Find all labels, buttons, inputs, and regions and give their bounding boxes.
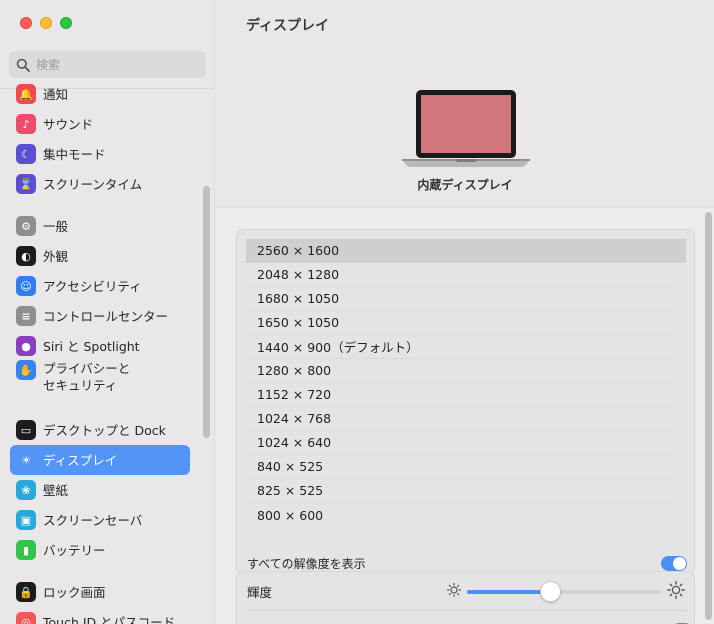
speaker-icon: ♪ <box>16 114 36 134</box>
sidebar-item-label: アクセシビリティ <box>43 278 142 294</box>
resolution-option[interactable]: 825 × 525 <box>246 479 676 503</box>
moon-icon: ☾ <box>16 144 36 164</box>
brightness-label: 輝度 <box>247 585 273 600</box>
sidebar-item-label: デスクトップと Dock <box>43 422 166 438</box>
flower-icon: ❀ <box>16 480 36 500</box>
close-button[interactable] <box>20 17 32 29</box>
sidebar-item-label: スクリーンタイム <box>43 176 143 192</box>
display-content: 2560 × 1600 2048 × 1280 1680 × 1050 1650 × … <box>216 209 714 624</box>
display-header: ディスプレイ 内蔵ディスプレイ <box>216 0 714 208</box>
sidebar-item[interactable]: ⚙ 一般 <box>10 211 190 241</box>
sidebar-item-label: プライバシーと セキュリティ <box>43 361 131 393</box>
sidebar-item[interactable]: ● Siri と Spotlight <box>10 331 190 361</box>
window-controls <box>20 17 72 29</box>
resolution-option[interactable]: 840 × 525 <box>246 455 676 479</box>
hand-icon: ✋ <box>16 360 36 380</box>
resolution-option[interactable]: 1680 × 1050 <box>246 287 676 311</box>
search-icon <box>16 58 30 72</box>
resolution-option[interactable]: 1152 × 720 <box>246 383 676 407</box>
sun-large-icon <box>667 581 685 599</box>
sidebar-item[interactable]: ≡ コントロールセンター <box>10 301 190 331</box>
sidebar-item-label: 通知 <box>43 86 69 102</box>
sidebar-item-label: ディスプレイ <box>43 452 118 468</box>
sidebar-item-label: 集中モード <box>43 146 106 162</box>
sidebar-item[interactable]: ⌛ スクリーンタイム <box>10 169 190 199</box>
sidebar-item-label: Touch ID とパスコード <box>43 614 176 624</box>
bell-icon: 🔔 <box>16 84 36 104</box>
show-all-toggle[interactable] <box>661 555 687 571</box>
sun-icon: ☀ <box>21 453 31 467</box>
toggles-icon: ≡ <box>16 306 36 326</box>
main-scrollbar[interactable] <box>705 212 712 620</box>
screensaver-icon: ▣ <box>16 510 36 530</box>
page-title: ディスプレイ <box>246 18 330 34</box>
resolution-option[interactable]: 1440 × 900（デフォルト） <box>246 335 676 359</box>
sidebar-item[interactable]: ☾ 集中モード <box>10 139 190 169</box>
sidebar-item-label: ロック画面 <box>43 584 106 600</box>
resolution-option[interactable]: 1650 × 1050 <box>246 311 676 335</box>
sidebar-item-label: 一般 <box>43 218 69 234</box>
sidebar-item-label: サウンド <box>43 116 94 132</box>
laptop-icon[interactable] <box>402 88 530 168</box>
sidebar-item[interactable]: 🔒 ロック画面 <box>10 577 190 607</box>
search-input[interactable] <box>36 57 196 72</box>
sidebar-item[interactable]: ▭ デスクトップと Dock <box>10 415 190 445</box>
dock-icon: ▭ <box>16 420 36 440</box>
brightness-slider-knob[interactable] <box>539 581 561 602</box>
resolution-option[interactable]: 800 × 600 <box>246 503 676 527</box>
brightness-slider[interactable] <box>467 590 660 594</box>
sidebar-item-label: コントロールセンター <box>43 308 169 324</box>
search-field[interactable] <box>9 51 206 78</box>
show-all-row: すべての解像度を表示 <box>247 553 687 573</box>
sidebar-item[interactable]: ▮ バッテリー <box>10 535 190 565</box>
sidebar-item[interactable]: ☺ アクセシビリティ <box>10 271 190 301</box>
show-all-label: すべての解像度を表示 <box>247 556 366 571</box>
sidebar-item[interactable]: ◐ 外観 <box>10 241 190 271</box>
brightness-panel: 輝度 <box>236 571 695 624</box>
sidebar-item[interactable]: ◎ Touch ID とパスコード <box>10 607 190 624</box>
brightness-slider-fill <box>467 590 550 594</box>
battery-icon: ▮ <box>16 540 36 560</box>
sidebar-item[interactable]: ▣ スクリーンセーバ <box>10 505 190 535</box>
sidebar: 🔔 通知 ♪ サウンド ☾ 集中モード ⌛ スクリーンタイム ⚙ 一般 ◐ 外観 ☺ アクセシビリティ ≡ コ… <box>0 0 215 624</box>
sidebar-item-label: 壁紙 <box>43 482 69 498</box>
display-name: 内蔵ディスプレイ <box>417 178 513 192</box>
sun-small-icon <box>446 582 462 598</box>
resolution-option[interactable]: 2048 × 1280 <box>246 263 676 287</box>
sidebar-item-label: Siri と Spotlight <box>43 338 140 354</box>
accessibility-icon: ☺ <box>16 276 36 296</box>
sidebar-item[interactable]: ❀ 壁紙 <box>10 475 190 505</box>
sidebar-item[interactable]: 🔔 通知 <box>10 79 190 109</box>
fingerprint-icon: ◎ <box>16 612 36 624</box>
sidebar-item-label: スクリーンセーバ <box>43 512 143 528</box>
main-pane: ディスプレイ 内蔵ディスプレイ 2560 × 1600 2048 × 1280 16… <box>216 0 714 624</box>
sidebar-item[interactable]: ♪ サウンド <box>10 109 190 139</box>
resolution-option[interactable]: 1024 × 768 <box>246 407 676 431</box>
resolution-option[interactable]: 1024 × 640 <box>246 431 676 455</box>
minimize-button[interactable] <box>40 17 52 29</box>
resolution-option[interactable]: 2560 × 1600 <box>246 239 686 263</box>
resolution-list: 2560 × 1600 2048 × 1280 1680 × 1050 1650 × … <box>246 239 686 527</box>
gear-icon: ⚙ <box>16 216 36 236</box>
sidebar-item[interactable]: ✋ プライバシーと セキュリティ <box>10 359 190 399</box>
hourglass-icon: ⌛ <box>16 174 36 194</box>
zoom-button[interactable] <box>60 17 72 29</box>
settings-window: 🔔 通知 ♪ サウンド ☾ 集中モード ⌛ スクリーンタイム ⚙ 一般 ◐ 外観 ☺ アクセシビリティ ≡ コ… <box>0 0 714 624</box>
brightness-divider <box>247 610 687 611</box>
appearance-icon: ◐ <box>16 246 36 266</box>
sidebar-item-label: バッテリー <box>43 542 106 558</box>
sidebar-item-label: 外観 <box>43 248 69 264</box>
resolution-option[interactable]: 1280 × 800 <box>246 359 676 383</box>
resolution-panel: 2560 × 1600 2048 × 1280 1680 × 1050 1650 × … <box>236 229 695 574</box>
sidebar-item[interactable]: ☀ ディスプレイ <box>10 445 190 475</box>
lock-icon: 🔒 <box>16 582 36 602</box>
siri-icon: ● <box>16 336 36 356</box>
sidebar-scrollbar[interactable] <box>203 186 210 438</box>
